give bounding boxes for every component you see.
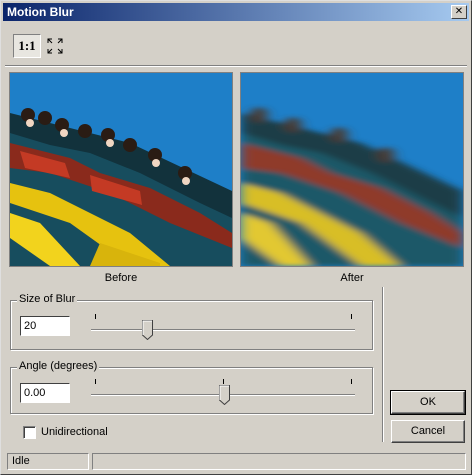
title-bar[interactable]: Motion Blur ✕	[3, 3, 469, 21]
after-image	[241, 73, 463, 266]
unidirectional-label[interactable]: Unidirectional	[41, 426, 108, 438]
unidirectional-checkbox[interactable]	[23, 426, 36, 439]
size-of-blur-input[interactable]	[20, 316, 70, 336]
close-icon: ✕	[454, 6, 464, 17]
fit-to-window-icon	[47, 38, 63, 54]
status-text: Idle	[7, 453, 89, 470]
fit-to-window-button[interactable]	[44, 34, 66, 58]
cancel-button[interactable]: Cancel	[391, 420, 465, 443]
toolbar-separator	[5, 65, 467, 67]
size-of-blur-group: Size of Blur	[10, 293, 373, 350]
angle-group: Angle (degrees)	[10, 360, 373, 414]
motion-blur-dialog: Motion Blur ✕ 1:1 Before After Size of B…	[0, 0, 472, 475]
actual-size-button[interactable]: 1:1	[13, 34, 41, 58]
slider-tick-min	[95, 379, 96, 384]
before-image	[10, 73, 232, 266]
angle-slider-thumb[interactable]	[219, 385, 230, 405]
size-of-blur-slider-thumb[interactable]	[142, 320, 153, 340]
ok-button[interactable]: OK	[390, 390, 466, 415]
status-pane-secondary	[92, 453, 466, 470]
angle-input[interactable]	[20, 383, 70, 403]
close-button[interactable]: ✕	[451, 5, 467, 19]
slider-tick-mid	[223, 379, 224, 384]
before-preview	[9, 72, 233, 267]
before-caption: Before	[104, 272, 138, 284]
after-caption: After	[340, 272, 364, 284]
size-of-blur-slider-track[interactable]	[91, 329, 355, 331]
size-of-blur-label: Size of Blur	[17, 293, 78, 305]
slider-tick-min	[95, 314, 96, 319]
button-separator	[382, 287, 384, 442]
angle-label: Angle (degrees)	[17, 360, 100, 372]
slider-tick-max	[351, 379, 352, 384]
after-preview	[240, 72, 464, 267]
slider-tick-max	[351, 314, 352, 319]
status-bar: Idle	[3, 451, 469, 471]
window-title: Motion Blur	[7, 5, 74, 19]
